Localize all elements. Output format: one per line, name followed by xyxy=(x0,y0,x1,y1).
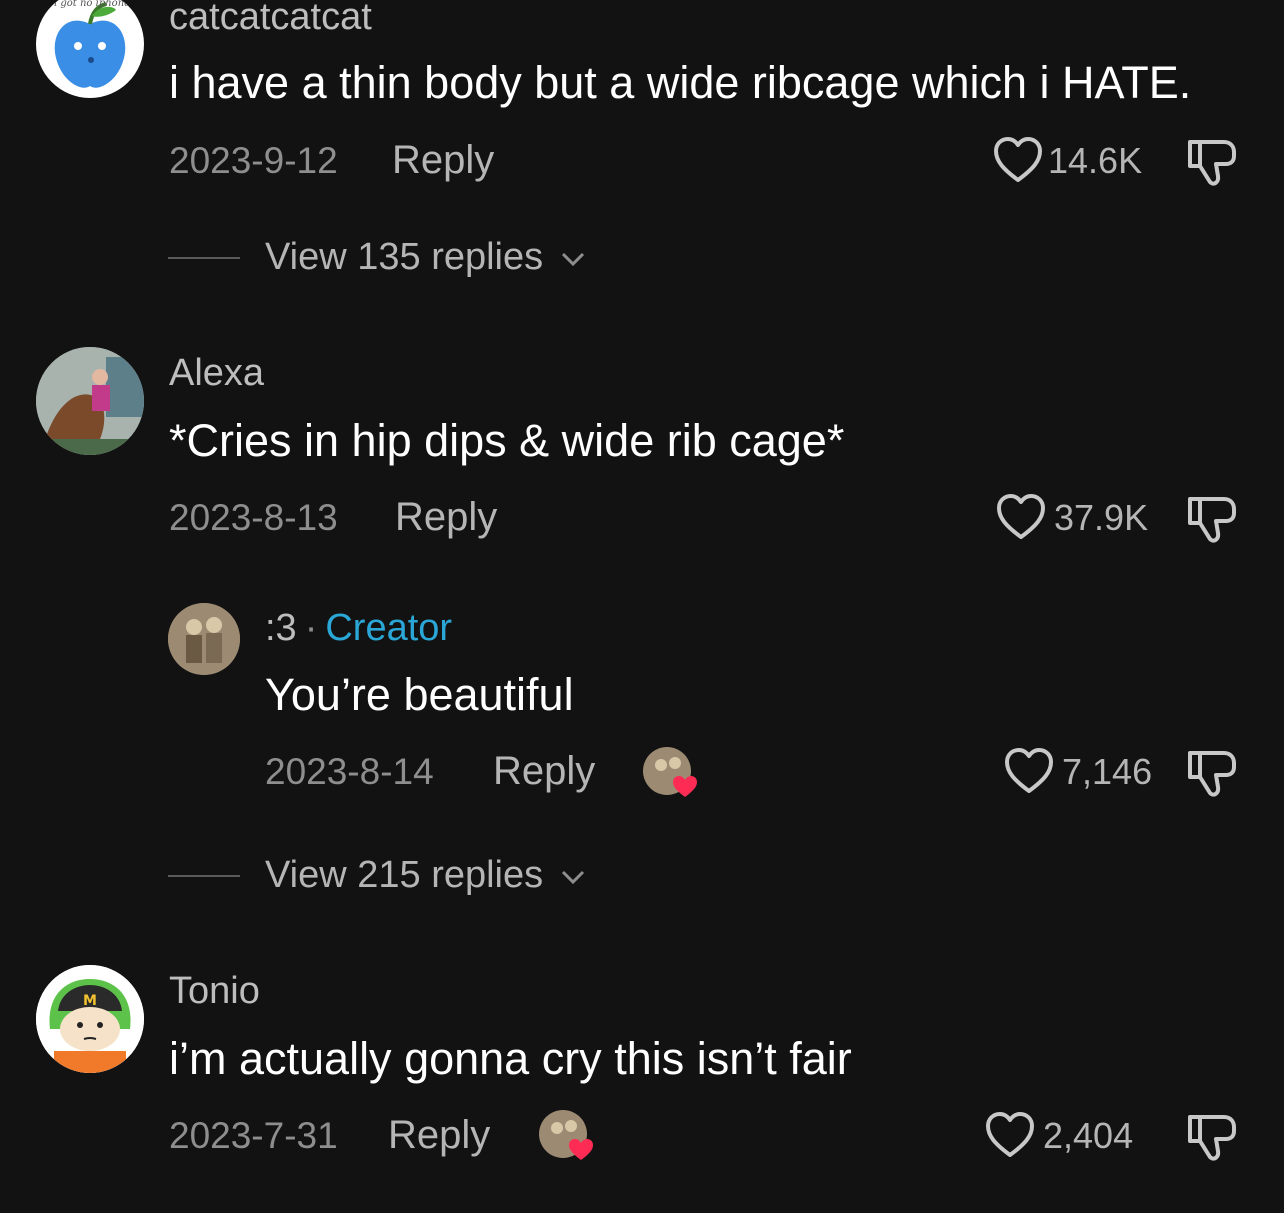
comment-username[interactable]: Tonio xyxy=(169,972,260,1010)
comment-username[interactable]: Alexa xyxy=(169,354,264,392)
reply-username[interactable]: :3 xyxy=(265,607,297,649)
chevron-down-icon xyxy=(561,870,584,885)
like-count: 7,146 xyxy=(1062,751,1153,792)
comment-text: i’m actually gonna cry this isn’t fair xyxy=(169,1033,852,1084)
reply-button[interactable]: Reply xyxy=(493,751,595,791)
creator-liked-badge xyxy=(643,747,697,799)
comment-date: 2023-9-12 xyxy=(169,140,338,181)
heart-outline-icon[interactable] xyxy=(1004,747,1054,795)
like-count: 2,404 xyxy=(1043,1115,1134,1156)
reply-username-line: :3 · Creator xyxy=(265,609,452,647)
view-replies-label: View 215 replies xyxy=(265,854,544,896)
avatar[interactable] xyxy=(36,347,144,455)
creator-badge: Creator xyxy=(325,607,453,649)
reply-text: You’re beautiful xyxy=(265,669,574,720)
view-replies-label: View 135 replies xyxy=(265,236,544,278)
heart-outline-icon[interactable] xyxy=(996,493,1046,541)
svg-text:M: M xyxy=(83,993,97,1009)
creator-liked-badge xyxy=(539,1110,593,1162)
view-replies-button[interactable]: View 135 replies xyxy=(265,238,586,276)
comment-date: 2023-8-13 xyxy=(169,497,338,538)
comment-date: 2023-7-31 xyxy=(169,1115,338,1156)
comment-text: *Cries in hip dips & wide rib cage* xyxy=(169,415,845,466)
dislike-icon[interactable] xyxy=(1186,136,1238,188)
replies-divider xyxy=(168,875,240,877)
replies-divider xyxy=(168,257,240,259)
heart-outline-icon[interactable] xyxy=(985,1111,1035,1159)
view-replies-button[interactable]: View 215 replies xyxy=(265,856,586,894)
dislike-icon[interactable] xyxy=(1186,493,1238,545)
like-count: 14.6K xyxy=(1048,140,1143,181)
like-count: 37.9K xyxy=(1054,497,1149,538)
reply-button[interactable]: Reply xyxy=(388,1115,490,1155)
creator-avatar[interactable] xyxy=(168,603,240,675)
comment-username[interactable]: catcatcatcat xyxy=(169,0,372,36)
dislike-icon[interactable] xyxy=(1186,747,1238,799)
avatar-caption: i got no iphone xyxy=(54,0,131,9)
reply-date: 2023-8-14 xyxy=(265,751,434,792)
comment-text: i have a thin body but a wide ribcage wh… xyxy=(169,57,1192,108)
chevron-down-icon xyxy=(561,252,584,267)
reply-button[interactable]: Reply xyxy=(395,497,497,537)
avatar[interactable]: i got no iphone xyxy=(36,0,144,98)
dislike-icon[interactable] xyxy=(1186,1111,1238,1163)
heart-outline-icon[interactable] xyxy=(993,136,1043,184)
separator-dot: · xyxy=(304,607,318,649)
avatar[interactable]: M xyxy=(36,965,144,1073)
reply-button[interactable]: Reply xyxy=(392,140,494,180)
